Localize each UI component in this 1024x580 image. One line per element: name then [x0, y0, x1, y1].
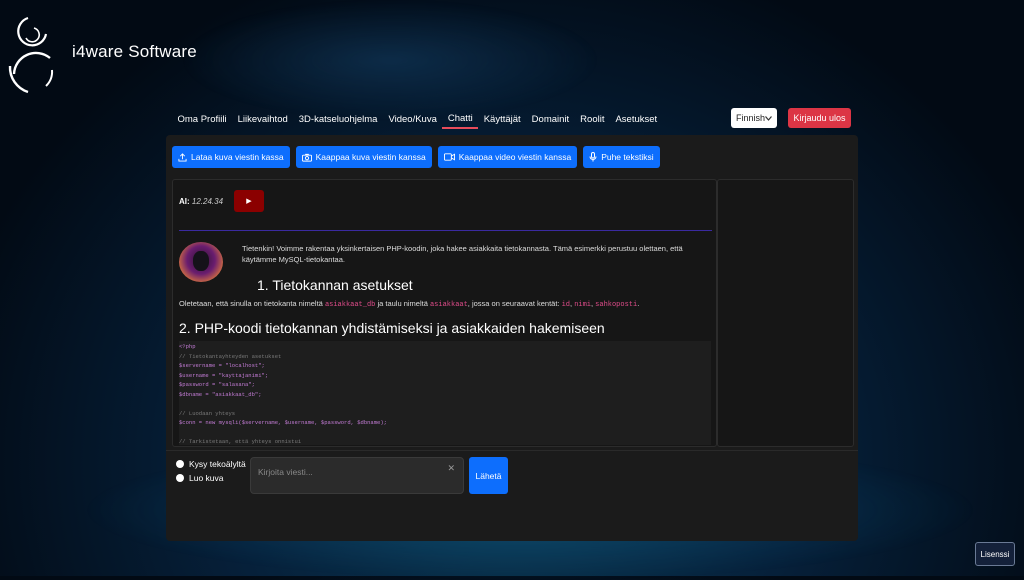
- radio-ask-ai[interactable]: Kysy tekoälyltä: [176, 459, 246, 469]
- microphone-icon: [589, 152, 597, 162]
- message-divider: [179, 230, 712, 231]
- capture-image-label: Kaappaa kuva viestin kanssa: [315, 152, 426, 162]
- language-select-value: Finnish: [736, 113, 766, 123]
- message-paragraph: Oletetaan, että sinulla on tietokanta ni…: [179, 299, 709, 309]
- chat-messages[interactable]: AI: 12.24.34 ▶ Tietenkin! Voimme rakenta…: [172, 179, 717, 447]
- inline-code: sahkoposti: [595, 301, 638, 309]
- nav-item-profile[interactable]: Oma Profiili: [172, 111, 232, 128]
- message-meta: AI: 12.24.34: [179, 197, 223, 206]
- ai-avatar: [179, 242, 223, 282]
- message-intro: Tietenkin! Voimme rakentaa yksinkertaise…: [242, 244, 683, 264]
- nav-item-chat[interactable]: Chatti: [442, 110, 479, 129]
- radio-create-image[interactable]: Luo kuva: [176, 473, 224, 483]
- para-text: , jossa on seuraavat kentät:: [467, 299, 562, 308]
- logout-button[interactable]: Kirjaudu ulos: [788, 108, 851, 128]
- upload-image-label: Lataa kuva viestin kassa: [191, 152, 284, 162]
- action-buttons: Lataa kuva viestin kassa Kaappaa kuva vi…: [172, 146, 660, 168]
- code-line: <?php: [179, 343, 196, 350]
- brand-name: i4ware Software: [72, 42, 197, 61]
- message-sender: AI:: [179, 197, 190, 206]
- message-time: 12.24.34: [191, 197, 224, 206]
- capture-video-button[interactable]: Kaappaa video viestin kanssa: [437, 146, 578, 168]
- send-button[interactable]: Lähetä: [469, 457, 508, 494]
- code-line: $password = "salasana";: [179, 381, 255, 388]
- inline-code: id: [561, 301, 571, 309]
- code-line: // Tarkistetaan, että yhteys onnistui: [179, 438, 302, 445]
- speech-to-text-button[interactable]: Puhe tekstiksi: [583, 146, 660, 168]
- code-line: $dbname = "asiakkaat_db";: [179, 390, 262, 398]
- nav-item-roles[interactable]: Roolit: [575, 111, 610, 128]
- radio-create-image-label: Luo kuva: [189, 473, 224, 483]
- message-heading-1: 1. Tietokannan asetukset: [257, 277, 413, 293]
- radio-circle-icon: [176, 460, 184, 468]
- radio-ask-ai-label: Kysy tekoälyltä: [189, 459, 246, 469]
- nav-item-domains[interactable]: Domainit: [526, 111, 575, 128]
- code-line: $servername = "localhost";: [179, 362, 265, 369]
- nav-item-revenue[interactable]: Liikevaihtod: [232, 111, 293, 128]
- message-heading-2: 2. PHP-koodi tietokannan yhdistämiseksi …: [179, 320, 605, 336]
- nav-item-users[interactable]: Käyttäjät: [478, 111, 526, 128]
- nav-item-video-image[interactable]: Video/Kuva: [383, 111, 442, 128]
- para-text: ja taulu nimeltä: [375, 299, 430, 308]
- code-block: <?php // Tietokantayhteyden asetukset $s…: [179, 341, 711, 445]
- para-text: Oletetaan, että sinulla on tietokanta ni…: [179, 299, 325, 308]
- composer-divider: [166, 450, 858, 451]
- language-select[interactable]: Finnish: [731, 108, 777, 128]
- logo-icon: [8, 16, 54, 94]
- inline-code: asiakkaat_db: [324, 301, 376, 309]
- radio-circle-icon: [176, 474, 184, 482]
- license-button[interactable]: Lisenssi: [975, 542, 1015, 566]
- chevron-down-icon: [765, 115, 772, 121]
- camera-icon: [301, 153, 312, 162]
- nav-item-settings[interactable]: Asetukset: [610, 111, 663, 128]
- video-camera-icon: [443, 153, 455, 161]
- code-line: // Luodaan yhteys: [179, 409, 236, 417]
- para-text: .: [637, 299, 640, 308]
- code-line: $conn = new mysqli($servername, $usernam…: [179, 419, 387, 426]
- inline-code: nimi: [574, 301, 591, 309]
- code-line: // Tietokantayhteyden asetukset: [179, 352, 282, 360]
- message-input-placeholder: Kirjoita viesti...: [258, 467, 313, 477]
- upload-icon: [178, 152, 187, 162]
- message-input[interactable]: Kirjoita viesti... ✕: [250, 457, 464, 494]
- side-panel: [717, 179, 854, 447]
- capture-video-label: Kaappaa video viestin kanssa: [458, 152, 572, 162]
- main-nav: Oma Profiili Liikevaihtod 3D-katseluohje…: [172, 108, 663, 130]
- capture-image-button[interactable]: Kaappaa kuva viestin kanssa: [295, 146, 432, 168]
- inline-code: asiakkaat: [429, 301, 468, 309]
- nav-item-3d-viewer[interactable]: 3D-katseluohjelma: [293, 111, 383, 128]
- clear-icon[interactable]: ✕: [447, 463, 455, 474]
- speech-to-text-label: Puhe tekstiksi: [601, 152, 654, 162]
- code-line: $username = "kayttajanimi";: [179, 371, 269, 379]
- background-glow: [180, 0, 600, 120]
- play-audio-button[interactable]: ▶: [234, 190, 264, 212]
- upload-image-button[interactable]: Lataa kuva viestin kassa: [172, 146, 290, 168]
